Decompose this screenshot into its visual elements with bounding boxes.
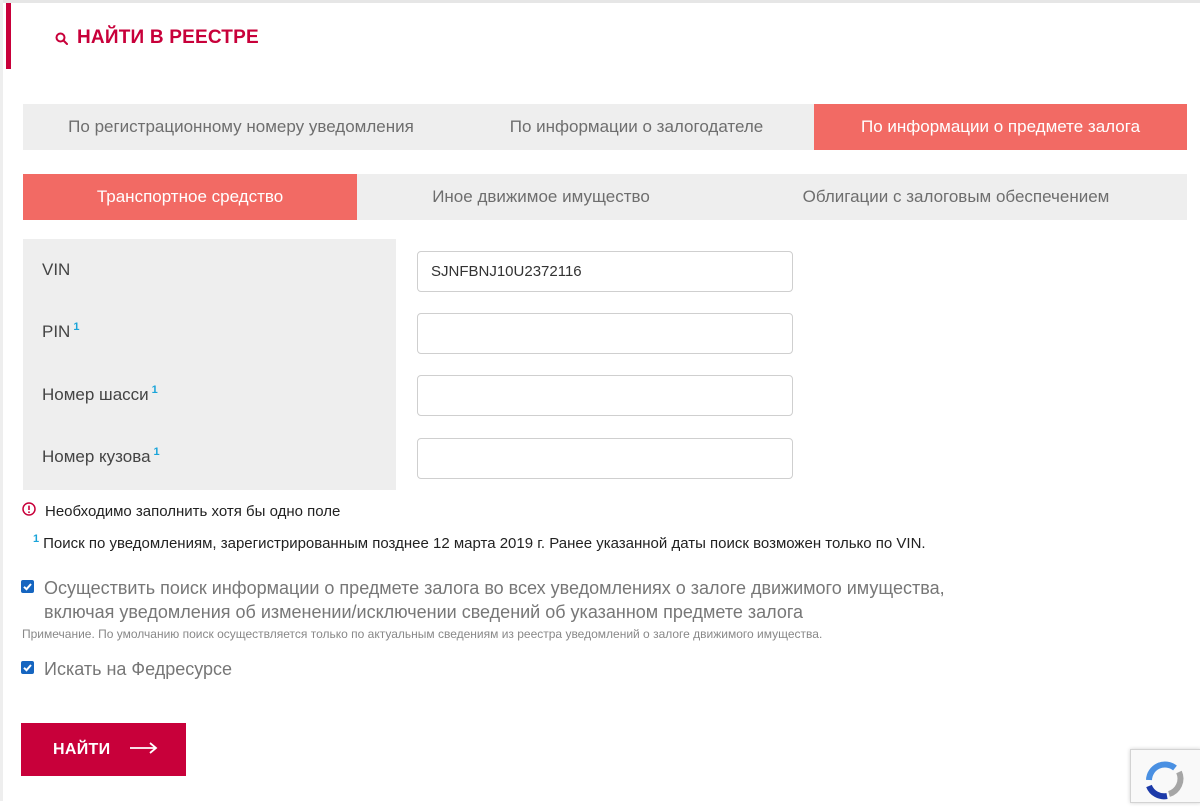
vin-input[interactable]: [417, 251, 793, 292]
warning-icon: [22, 502, 36, 520]
search-all-notifications-checkbox[interactable]: [21, 580, 34, 593]
search-fedresurs-checkbox[interactable]: [21, 661, 34, 674]
option-note: Примечание. По умолчанию поиск осуществл…: [22, 627, 823, 641]
vin-label: VIN: [42, 260, 70, 280]
search-type-tabs: По регистрационному номеру уведомления П…: [23, 104, 1187, 150]
validation-message-text: Необходимо заполнить хотя бы одно поле: [45, 502, 341, 520]
tab-secured-bonds[interactable]: Облигации с залоговым обеспечением: [725, 174, 1187, 220]
window-left-border: [0, 0, 3, 801]
footnote-marker: 1: [73, 321, 80, 333]
pin-label-text: PIN: [42, 322, 71, 341]
footnote-text: Поиск по уведомлениям, зарегистрированны…: [43, 535, 926, 552]
pin-input[interactable]: [417, 313, 793, 354]
footnote: 1 Поиск по уведомлениям, зарегистрированн…: [33, 533, 926, 552]
vin-label-text: VIN: [42, 260, 71, 279]
section-header: НАЙТИ В РЕЕСТРЕ: [55, 26, 259, 50]
tab-by-registration-number[interactable]: По регистрационному номеру уведомления: [23, 104, 459, 150]
footnote-marker: 1: [153, 446, 160, 458]
arrow-right-icon: [130, 741, 158, 759]
window-top-border: [0, 0, 1200, 3]
search-all-notifications-label[interactable]: Осуществить поиск информации о предмете …: [44, 576, 945, 624]
validation-message: Необходимо заполнить хотя бы одно поле: [22, 502, 340, 520]
tab-other-movable-property[interactable]: Иное движимое имущество: [357, 174, 725, 220]
option-label-line: Осуществить поиск информации о предмете …: [44, 578, 945, 598]
recaptcha-icon: [1146, 761, 1184, 800]
chassis-number-input[interactable]: [417, 375, 793, 416]
tab-by-pledge-subject[interactable]: По информации о предмете залога: [814, 104, 1187, 150]
search-fedresurs-label[interactable]: Искать на Федресурсе: [44, 657, 232, 681]
chassis-number-label-text: Номер шасси: [42, 385, 149, 404]
body-number-label: Номер кузова 1: [42, 446, 160, 467]
section-title: НАЙТИ В РЕЕСТРЕ: [77, 27, 259, 48]
body-number-input[interactable]: [417, 438, 793, 479]
pin-label: PIN 1: [42, 321, 80, 342]
chassis-number-label: Номер шасси 1: [42, 384, 158, 405]
checkmark-icon: [23, 583, 32, 591]
find-button[interactable]: НАЙТИ: [21, 723, 186, 776]
checkmark-icon: [23, 664, 32, 672]
option-label-line: включая уведомления об изменении/исключе…: [44, 602, 804, 622]
find-button-label: НАЙТИ: [53, 740, 111, 758]
body-number-label-text: Номер кузова: [42, 447, 151, 466]
footnote-marker: 1: [33, 533, 40, 545]
property-type-tabs: Транспортное средство Иное движимое имущ…: [23, 174, 1187, 220]
footnote-marker: 1: [151, 384, 158, 396]
search-icon: [55, 32, 68, 45]
recaptcha-badge[interactable]: [1130, 749, 1200, 803]
tab-by-pledgor[interactable]: По информации о залогодателе: [459, 104, 814, 150]
header-accent-bar: [6, 3, 11, 69]
tab-vehicle[interactable]: Транспортное средство: [23, 174, 357, 220]
